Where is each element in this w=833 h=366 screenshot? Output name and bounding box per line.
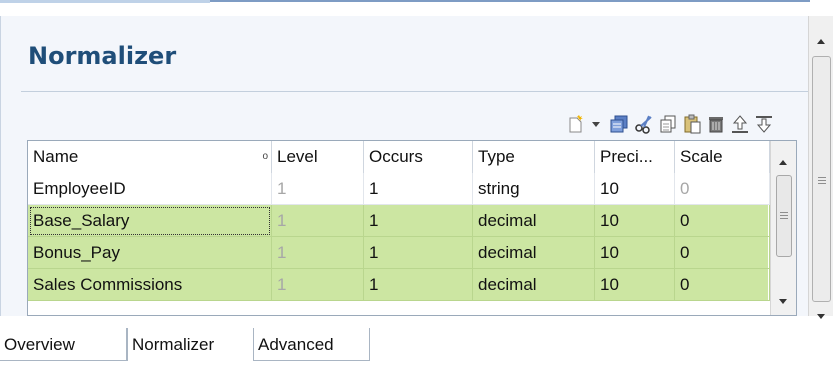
new-row-icon[interactable] — [565, 112, 587, 136]
panel-scroll-thumb[interactable] — [812, 56, 831, 302]
cell-occurs[interactable]: 1 — [364, 237, 473, 269]
cell-level[interactable]: 1 — [272, 269, 364, 301]
cell-scale[interactable]: 0 — [675, 237, 770, 269]
move-down-icon[interactable] — [753, 112, 775, 136]
tab-advanced[interactable]: Advanced — [254, 328, 370, 361]
cell-type[interactable]: decimal — [473, 237, 595, 269]
column-header-type[interactable]: Type — [473, 141, 595, 173]
column-header-precision[interactable]: Preci... — [595, 141, 675, 173]
cell-level[interactable]: 1 — [272, 205, 364, 237]
cell-occurs[interactable]: 1 — [364, 269, 473, 301]
table-row[interactable]: Bonus_Pay 1 1 decimal 10 0 — [28, 237, 770, 269]
panel-title: Normalizer — [28, 42, 177, 70]
scroll-down-arrow-icon[interactable] — [778, 291, 788, 310]
cell-type[interactable]: string — [473, 173, 595, 205]
table-row[interactable]: Sales Commissions 1 1 decimal 10 0 — [28, 269, 770, 301]
cell-scale[interactable]: 0 — [675, 205, 770, 237]
table-scrollbar[interactable] — [770, 141, 796, 315]
cell-name[interactable]: Sales Commissions — [28, 269, 272, 301]
cut-icon[interactable] — [633, 112, 655, 136]
cell-type[interactable]: decimal — [473, 205, 595, 237]
title-separator — [21, 91, 809, 92]
table-toolbar — [1, 112, 809, 138]
sort-indicator-icon: o — [262, 151, 268, 162]
table-row[interactable]: Base_Salary 1 1 decimal 10 0 — [28, 205, 770, 237]
scroll-up-arrow-icon[interactable] — [778, 151, 788, 170]
column-header-scale[interactable]: Scale — [675, 141, 770, 173]
cell-type[interactable]: decimal — [473, 269, 595, 301]
table-row[interactable]: EmployeeID 1 1 string 10 0 — [28, 173, 770, 205]
ports-table: Name o Level Occurs Type Preci... Scale … — [27, 140, 797, 316]
column-header-occurs[interactable]: Occurs — [364, 141, 473, 173]
paste-icon[interactable] — [681, 112, 703, 136]
column-header-name-label: Name — [33, 147, 79, 166]
copy-icon[interactable] — [657, 112, 679, 136]
panel-scrollbar[interactable] — [808, 16, 833, 319]
top-accent-line-right — [210, 0, 810, 2]
cell-precision[interactable]: 10 — [595, 173, 675, 205]
tab-overview[interactable]: Overview — [0, 328, 127, 361]
editor-tabs: Overview Normalizer Advanced — [0, 318, 833, 366]
table-header: Name o Level Occurs Type Preci... Scale — [28, 141, 796, 173]
delete-icon[interactable] — [705, 112, 727, 136]
dropdown-arrow-icon[interactable] — [589, 112, 603, 136]
cell-name[interactable]: EmployeeID — [28, 173, 272, 205]
tab-normalizer[interactable]: Normalizer — [127, 328, 254, 361]
cell-scale[interactable]: 0 — [675, 173, 770, 205]
cell-occurs[interactable]: 1 — [364, 205, 473, 237]
copy-row-icon[interactable] — [608, 112, 630, 136]
cell-precision[interactable]: 10 — [595, 269, 675, 301]
move-up-icon[interactable] — [729, 112, 751, 136]
column-header-level[interactable]: Level — [272, 141, 364, 173]
cell-level[interactable]: 1 — [272, 237, 364, 269]
cell-level[interactable]: 1 — [272, 173, 364, 205]
cell-precision[interactable]: 10 — [595, 205, 675, 237]
cell-precision[interactable]: 10 — [595, 237, 675, 269]
cell-occurs[interactable]: 1 — [364, 173, 473, 205]
top-accent-line — [0, 0, 210, 3]
panel-scroll-up-arrow-icon[interactable] — [816, 30, 826, 49]
cell-name[interactable]: Bonus_Pay — [28, 237, 272, 269]
column-header-name[interactable]: Name o — [28, 141, 272, 173]
cell-scale[interactable]: 0 — [675, 269, 770, 301]
table-scroll-thumb[interactable] — [776, 175, 792, 257]
cell-name[interactable]: Base_Salary — [28, 205, 272, 237]
